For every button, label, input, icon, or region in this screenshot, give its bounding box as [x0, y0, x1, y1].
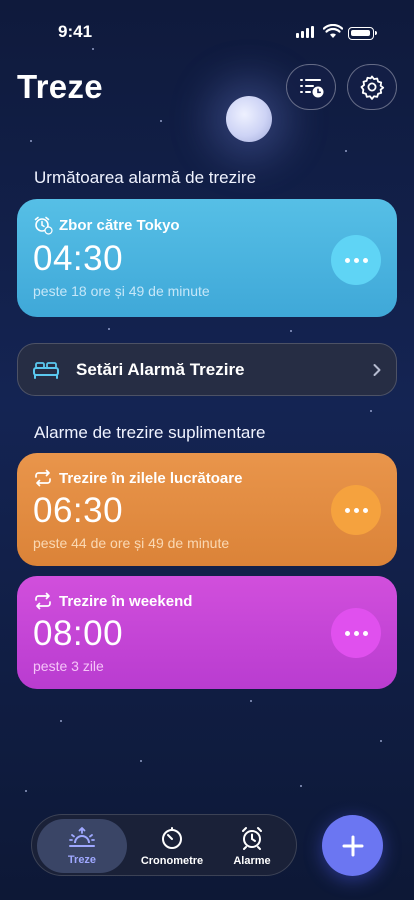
tab-treze[interactable]: Treze	[37, 819, 127, 873]
tab-cronometre[interactable]: Cronometre	[132, 819, 212, 873]
tab-label: Treze	[67, 854, 97, 866]
status-bar: 9:41	[0, 0, 414, 60]
alarm-countdown: peste 3 zile	[33, 658, 104, 674]
settings-button[interactable]	[347, 64, 397, 110]
battery-icon	[348, 27, 377, 40]
wake-alarm-settings-row[interactable]: Setări Alarmă Trezire	[17, 343, 397, 396]
bed-icon	[33, 361, 59, 379]
tab-alarme[interactable]: Alarme	[212, 819, 292, 873]
gear-icon	[360, 75, 385, 100]
alarm-list-button[interactable]	[286, 64, 336, 110]
chevron-right-icon	[373, 363, 381, 376]
page-title: Treze	[17, 68, 103, 105]
more-options-button[interactable]	[331, 608, 381, 658]
alarm-card-weekdays[interactable]: Trezire în zilele lucrătoare 06:30 peste…	[17, 453, 397, 566]
timer-icon	[162, 827, 182, 849]
alarm-time: 04:30	[33, 239, 124, 278]
next-alarm-section-title: Următoarea alarmă de trezire	[34, 168, 257, 187]
list-clock-icon	[300, 79, 324, 98]
alarm-countdown: peste 44 de ore și 49 de minute	[33, 535, 230, 551]
more-options-button[interactable]	[331, 235, 381, 285]
alarm-time: 08:00	[33, 614, 124, 653]
repeat-icon	[35, 592, 51, 610]
alarm-clock-icon	[34, 216, 53, 235]
cellular-signal-icon	[296, 26, 314, 38]
alarm-name: Trezire în zilele lucrătoare	[59, 469, 243, 487]
sunrise-icon	[69, 827, 95, 847]
tab-label: Alarme	[233, 855, 271, 867]
tab-bar: Treze Cronometre Alarme	[31, 814, 297, 876]
alarm-time: 06:30	[33, 491, 124, 530]
next-alarm-card[interactable]: Zbor către Tokyo 04:30 peste 18 ore și 4…	[17, 199, 397, 317]
alarm-countdown: peste 18 ore și 49 de minute	[33, 283, 210, 299]
alarm-clock-icon	[242, 827, 262, 850]
settings-row-label: Setări Alarmă Trezire	[76, 359, 245, 379]
star-background	[0, 0, 414, 900]
alarm-card-weekend[interactable]: Trezire în weekend 08:00 peste 3 zile	[17, 576, 397, 689]
alarm-name: Trezire în weekend	[59, 592, 193, 610]
moon-decoration	[226, 96, 272, 142]
wifi-icon	[323, 24, 343, 38]
status-time: 9:41	[58, 22, 93, 41]
more-options-button[interactable]	[331, 485, 381, 535]
add-alarm-button[interactable]	[322, 815, 383, 876]
alarm-name: Zbor către Tokyo	[59, 216, 180, 234]
repeat-icon	[35, 469, 51, 487]
plus-icon	[342, 835, 363, 856]
tab-label: Cronometre	[140, 855, 204, 867]
additional-alarms-section-title: Alarme de trezire suplimentare	[34, 423, 266, 442]
